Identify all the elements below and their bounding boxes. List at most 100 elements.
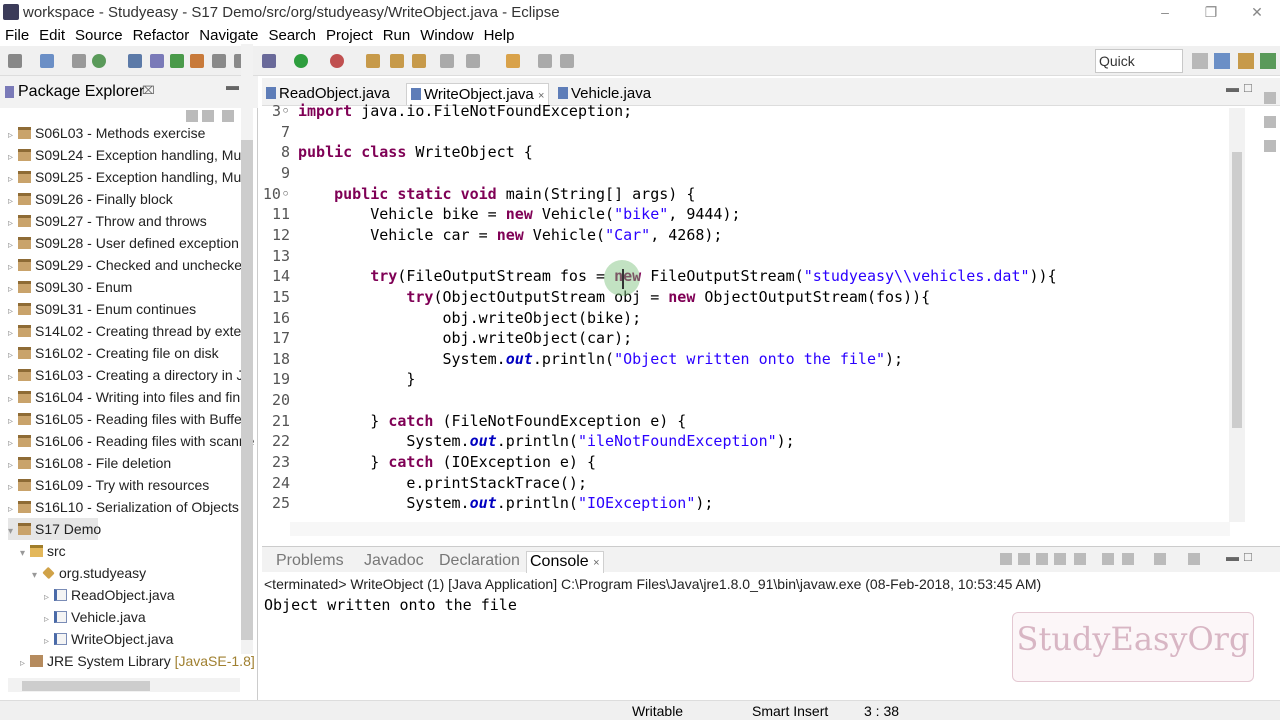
menu-project[interactable]: Project bbox=[321, 27, 378, 44]
code-line[interactable]: 19 } bbox=[262, 369, 1232, 390]
task-icon[interactable] bbox=[190, 54, 204, 68]
tree-item-package[interactable]: ▾ org.studyeasy bbox=[32, 562, 146, 584]
tree-item-file[interactable]: ▹ Vehicle.java bbox=[44, 606, 146, 628]
code-line[interactable]: 8 public class WriteObject { bbox=[262, 142, 1232, 163]
collapse-all-icon[interactable] bbox=[186, 110, 198, 122]
debug-icon[interactable] bbox=[92, 54, 106, 68]
code-line[interactable]: 18 System.out.println("Object written on… bbox=[262, 349, 1232, 370]
minimize-icon[interactable]: – bbox=[1142, 0, 1188, 24]
maximize-console-icon[interactable]: □ bbox=[1244, 549, 1252, 564]
new-package-icon[interactable] bbox=[390, 54, 404, 68]
tree-item-project[interactable]: ▹ S09L25 - Exception handling, Mul bbox=[8, 166, 244, 188]
tree-item-project[interactable]: ▹ S16L02 - Creating file on disk bbox=[8, 342, 219, 364]
clear-console-icon[interactable] bbox=[1054, 553, 1066, 565]
restore-icon[interactable]: ❐ bbox=[1188, 0, 1234, 24]
link-editor-icon[interactable] bbox=[202, 110, 214, 122]
display-console-icon[interactable] bbox=[1154, 553, 1166, 565]
pin-console-icon[interactable] bbox=[1102, 553, 1114, 565]
tree-item-project[interactable]: ▹ S06L03 - Methods exercise bbox=[8, 122, 205, 144]
open-type-icon[interactable] bbox=[128, 54, 142, 68]
tree-item-project[interactable]: ▹ S16L04 - Writing into files and fin bbox=[8, 386, 240, 408]
expand-arrow-icon[interactable]: ▹ bbox=[20, 653, 30, 675]
outline-view-icon[interactable] bbox=[1264, 92, 1276, 104]
tree-item-file[interactable]: ▹ WriteObject.java bbox=[44, 628, 173, 650]
code-line[interactable]: 10◦ public static void main(String[] arg… bbox=[262, 184, 1232, 205]
minimize-console-icon[interactable]: ▬ bbox=[1226, 549, 1239, 564]
code-line[interactable]: 15 try(ObjectOutputStream obj = new Obje… bbox=[262, 287, 1232, 308]
maximize-editor-icon[interactable]: □ bbox=[1244, 80, 1252, 95]
new-class-icon[interactable] bbox=[412, 54, 426, 68]
skip-icon[interactable] bbox=[262, 54, 276, 68]
open-icon[interactable] bbox=[440, 54, 454, 68]
menu-file[interactable]: File bbox=[0, 27, 34, 44]
package-explorer-close-icon[interactable]: ⌧ bbox=[142, 84, 155, 97]
back-icon[interactable] bbox=[506, 54, 520, 68]
menu-run[interactable]: Run bbox=[378, 27, 416, 44]
task-list-icon[interactable] bbox=[1264, 116, 1276, 128]
tree-item-file[interactable]: ▹ ReadObject.java bbox=[44, 584, 175, 606]
tab-close-icon[interactable]: × bbox=[593, 557, 599, 569]
tab-console[interactable]: Console × bbox=[526, 551, 604, 573]
tab-declaration[interactable]: Declaration bbox=[439, 551, 520, 571]
open-console-icon[interactable] bbox=[1188, 553, 1200, 565]
tree-item-project[interactable]: ▹ S09L30 - Enum bbox=[8, 276, 132, 298]
show-console-icon[interactable] bbox=[1122, 553, 1134, 565]
editor-horizontal-scrollbar[interactable] bbox=[290, 522, 1230, 536]
tab-problems[interactable]: Problems bbox=[276, 551, 344, 571]
code-line[interactable]: 24 e.printStackTrace(); bbox=[262, 473, 1232, 494]
menu-refactor[interactable]: Refactor bbox=[128, 27, 195, 44]
code-line[interactable]: 16 obj.writeObject(bike); bbox=[262, 308, 1232, 329]
tree-item-project[interactable]: ▹ S16L10 - Serialization of Objects bbox=[8, 496, 239, 518]
forward-icon[interactable] bbox=[538, 54, 552, 68]
code-line[interactable]: 11 Vehicle bike = new Vehicle("bike", 94… bbox=[262, 204, 1232, 225]
tree-item-project[interactable]: ▹ S16L06 - Reading files with scanne bbox=[8, 430, 254, 452]
debug-perspective-icon[interactable] bbox=[1260, 53, 1276, 69]
open-perspective-icon[interactable] bbox=[1192, 53, 1208, 69]
tree-item-jre[interactable]: ▹ JRE System Library [JavaSE-1.8] bbox=[20, 650, 255, 672]
minimize-editor-icon[interactable]: ▬ bbox=[1226, 80, 1239, 95]
new-java-project-icon[interactable] bbox=[366, 54, 380, 68]
code-line[interactable]: 12 Vehicle car = new Vehicle("Car", 4268… bbox=[262, 225, 1232, 246]
code-line[interactable]: 13 bbox=[262, 246, 1232, 267]
remove-all-icon[interactable] bbox=[1036, 553, 1048, 565]
tree-item-project[interactable]: ▹ S16L05 - Reading files with Buffer bbox=[8, 408, 246, 430]
print-icon[interactable] bbox=[72, 54, 86, 68]
menu-navigate[interactable]: Navigate bbox=[194, 27, 263, 44]
new-icon[interactable] bbox=[8, 54, 22, 68]
code-line[interactable]: 25 System.out.println("IOException"); bbox=[262, 493, 1232, 514]
editor-scroll-thumb[interactable] bbox=[1232, 152, 1242, 428]
java-perspective-icon[interactable] bbox=[1238, 53, 1254, 69]
run-icon[interactable] bbox=[294, 54, 308, 68]
code-line[interactable]: 14 try(FileOutputStream fos = new FileOu… bbox=[262, 266, 1232, 287]
tree-item-project[interactable]: ▹ S16L09 - Try with resources bbox=[8, 474, 209, 496]
annotation-icon[interactable] bbox=[466, 54, 480, 68]
code-line[interactable]: 20 bbox=[262, 390, 1232, 411]
package-explorer-hscroll-thumb[interactable] bbox=[22, 681, 150, 691]
close-icon[interactable]: ✕ bbox=[1234, 0, 1280, 24]
tree-item-s17-demo[interactable]: ▾ S17 Demo bbox=[8, 518, 101, 543]
pin-icon[interactable] bbox=[560, 54, 574, 68]
tree-item-project[interactable]: ▹ S16L03 - Creating a directory in Ja bbox=[8, 364, 251, 386]
tree-item-project[interactable]: ▹ S16L08 - File deletion bbox=[8, 452, 171, 474]
view-menu-icon[interactable] bbox=[222, 110, 234, 122]
collapse-arrow-icon[interactable]: ▾ bbox=[32, 565, 42, 587]
menu-edit[interactable]: Edit bbox=[34, 27, 70, 44]
external-tools-icon[interactable] bbox=[330, 54, 344, 68]
collapse-arrow-icon[interactable]: ▾ bbox=[20, 543, 30, 565]
collapse-arrow-icon[interactable]: ▾ bbox=[8, 521, 18, 543]
restore-view-icon[interactable] bbox=[1264, 140, 1276, 152]
tree-item-project[interactable]: ▹ S09L24 - Exception handling, Mul bbox=[8, 144, 244, 166]
tree-item-project[interactable]: ▹ S09L26 - Finally block bbox=[8, 188, 173, 210]
menu-window[interactable]: Window bbox=[415, 27, 478, 44]
package-explorer-scroll-thumb[interactable] bbox=[241, 140, 253, 640]
menu-help[interactable]: Help bbox=[479, 27, 520, 44]
menu-source[interactable]: Source bbox=[70, 27, 128, 44]
scroll-lock-icon[interactable] bbox=[1074, 553, 1086, 565]
toggle-icon[interactable] bbox=[212, 54, 226, 68]
code-line[interactable]: 21 } catch (FileNotFoundException e) { bbox=[262, 411, 1232, 432]
code-line[interactable]: 7 bbox=[262, 122, 1232, 143]
tree-item-project[interactable]: ▹ S14L02 - Creating thread by exter bbox=[8, 320, 246, 342]
tab-javadoc[interactable]: Javadoc bbox=[364, 551, 424, 571]
tree-item-project[interactable]: ▹ S09L28 - User defined exception bbox=[8, 232, 239, 254]
code-line[interactable]: 23 } catch (IOException e) { bbox=[262, 452, 1232, 473]
